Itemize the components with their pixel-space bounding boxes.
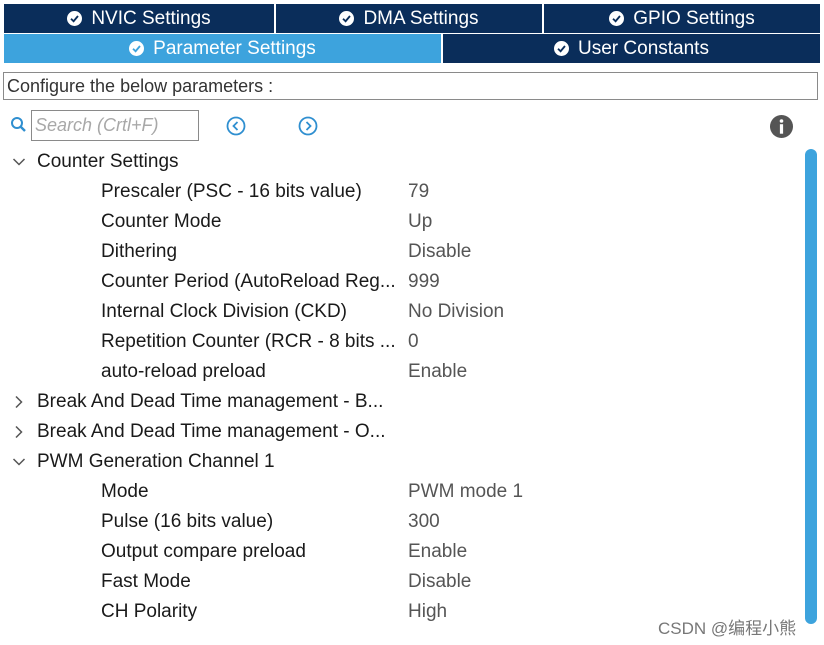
check-circle-icon xyxy=(129,41,145,56)
param-value[interactable]: 79 xyxy=(408,177,429,207)
param-value[interactable]: 300 xyxy=(408,507,440,537)
param-counter-period[interactable]: Counter Period (AutoReload Reg... 999 xyxy=(0,267,800,297)
tab-row-1: NVIC Settings DMA Settings GPIO Settings xyxy=(4,4,820,33)
watermark: CSDN @编程小熊 xyxy=(658,619,797,638)
search-icon xyxy=(11,117,26,132)
param-mode[interactable]: Mode PWM mode 1 xyxy=(0,477,800,507)
param-label: Dithering xyxy=(101,241,178,262)
settings-tabs: NVIC Settings DMA Settings GPIO Settings… xyxy=(4,4,820,64)
info-icon[interactable] xyxy=(769,114,794,139)
param-value[interactable]: PWM mode 1 xyxy=(408,477,523,507)
param-value[interactable]: Disable xyxy=(408,237,471,267)
check-circle-icon xyxy=(67,11,83,26)
tab-parameter-settings[interactable]: Parameter Settings xyxy=(4,34,443,63)
param-output-compare-preload[interactable]: Output compare preload Enable xyxy=(0,537,800,567)
check-circle-icon xyxy=(554,41,570,56)
param-counter-mode[interactable]: Counter Mode Up xyxy=(0,207,800,237)
group-break-dead-time-o[interactable]: Break And Dead Time management - O... xyxy=(0,417,800,447)
param-label: CH Polarity xyxy=(101,601,198,622)
check-circle-icon xyxy=(339,11,355,26)
param-repetition-counter[interactable]: Repetition Counter (RCR - 8 bits ... 0 xyxy=(0,327,800,357)
param-label: Counter Mode xyxy=(101,211,222,232)
group-label: Counter Settings xyxy=(37,151,179,172)
tab-row-2: Parameter Settings User Constants xyxy=(4,34,820,63)
tab-dma-settings[interactable]: DMA Settings xyxy=(276,4,544,33)
tab-nvic-settings[interactable]: NVIC Settings xyxy=(4,4,276,33)
tab-label: NVIC Settings xyxy=(91,7,211,29)
param-prescaler[interactable]: Prescaler (PSC - 16 bits value) 79 xyxy=(0,177,800,207)
param-label: auto-reload preload xyxy=(101,361,266,382)
tab-label: DMA Settings xyxy=(363,7,479,29)
tab-label: Parameter Settings xyxy=(153,37,316,59)
group-pwm-generation-channel-1[interactable]: PWM Generation Channel 1 xyxy=(0,447,800,477)
tab-gpio-settings[interactable]: GPIO Settings xyxy=(544,4,820,33)
circle-arrow-left-icon[interactable] xyxy=(225,115,247,137)
group-counter-settings[interactable]: Counter Settings xyxy=(0,147,800,177)
check-circle-icon xyxy=(609,11,625,26)
chevron-right-icon xyxy=(15,395,23,409)
chevron-down-icon xyxy=(12,158,26,166)
chevron-down-icon xyxy=(12,458,26,466)
tab-user-constants[interactable]: User Constants xyxy=(443,34,820,63)
group-label: Break And Dead Time management - B... xyxy=(37,391,384,412)
param-label: Mode xyxy=(101,481,149,502)
param-value[interactable]: Enable xyxy=(408,357,467,387)
vertical-scrollbar[interactable] xyxy=(805,149,817,624)
param-label: Repetition Counter (RCR - 8 bits ... xyxy=(101,331,396,352)
param-label: Counter Period (AutoReload Reg... xyxy=(101,271,396,292)
param-pulse[interactable]: Pulse (16 bits value) 300 xyxy=(0,507,800,537)
group-label: PWM Generation Channel 1 xyxy=(37,451,275,472)
parameters-description: Configure the below parameters : xyxy=(3,72,818,100)
param-dithering[interactable]: Dithering Disable xyxy=(0,237,800,267)
param-value[interactable]: Enable xyxy=(408,537,467,567)
tab-label: User Constants xyxy=(578,37,709,59)
param-label: Internal Clock Division (CKD) xyxy=(101,301,348,322)
parameter-tree: Counter Settings Prescaler (PSC - 16 bit… xyxy=(0,147,800,627)
param-value[interactable]: Disable xyxy=(408,567,471,597)
param-fast-mode[interactable]: Fast Mode Disable xyxy=(0,567,800,597)
tab-label: GPIO Settings xyxy=(633,7,755,29)
param-label: Pulse (16 bits value) xyxy=(101,511,274,532)
param-label: Fast Mode xyxy=(101,571,191,592)
param-value[interactable]: 0 xyxy=(408,327,419,357)
param-auto-reload-preload[interactable]: auto-reload preload Enable xyxy=(0,357,800,387)
chevron-right-icon xyxy=(15,425,23,439)
circle-arrow-right-icon[interactable] xyxy=(297,115,319,137)
param-label: Output compare preload xyxy=(101,541,306,562)
param-value[interactable]: Up xyxy=(408,207,432,237)
param-value[interactable]: High xyxy=(408,597,447,627)
param-label: Prescaler (PSC - 16 bits value) xyxy=(101,181,362,202)
group-label: Break And Dead Time management - O... xyxy=(37,421,386,442)
param-value[interactable]: 999 xyxy=(408,267,440,297)
search-input[interactable] xyxy=(31,110,199,141)
group-break-dead-time-b[interactable]: Break And Dead Time management - B... xyxy=(0,387,800,417)
param-internal-clock-division[interactable]: Internal Clock Division (CKD) No Divisio… xyxy=(0,297,800,327)
param-value[interactable]: No Division xyxy=(408,297,504,327)
